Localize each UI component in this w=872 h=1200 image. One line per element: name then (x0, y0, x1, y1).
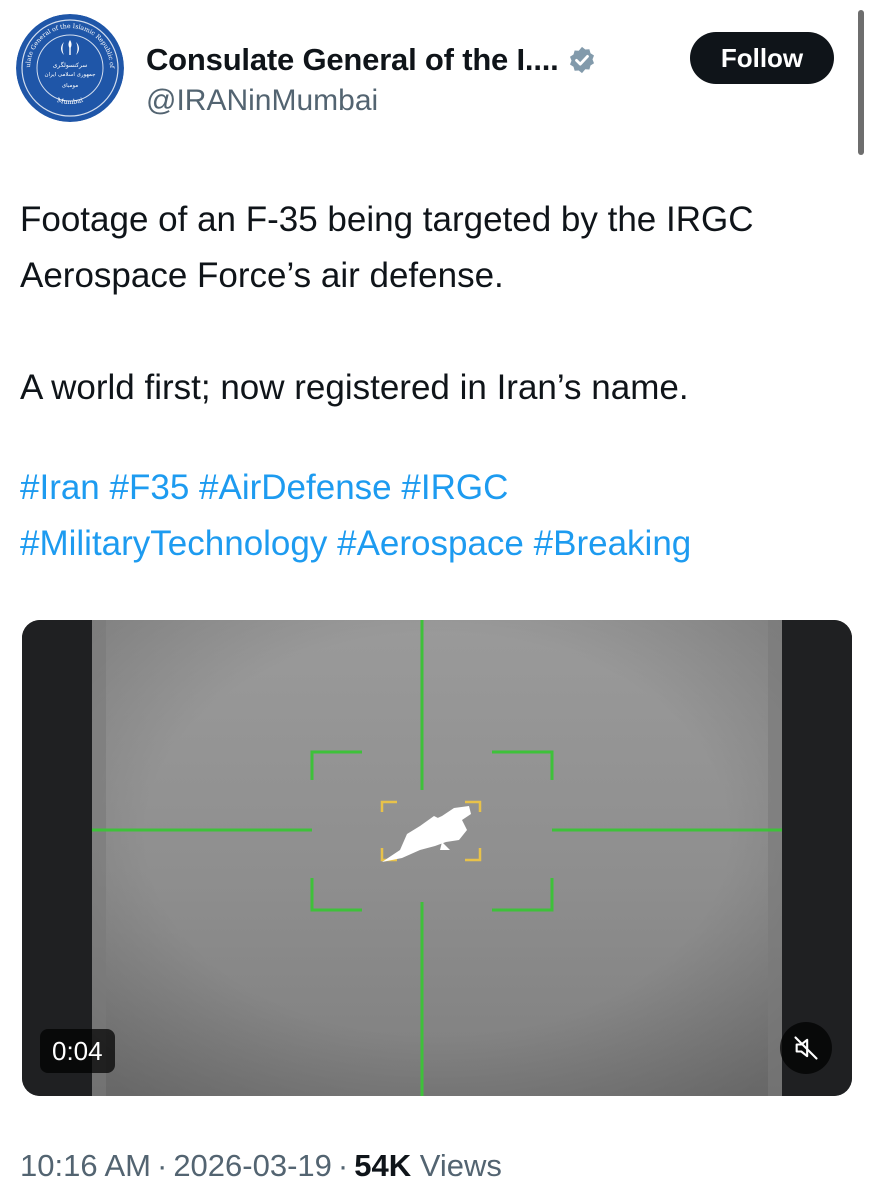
emblem-fa-line1: سرکنسولگری (53, 61, 88, 69)
tweet-text: Footage of an F-35 being targeted by the… (20, 192, 850, 416)
views-count: 54K (354, 1148, 412, 1183)
speaker-muted-icon (794, 1036, 818, 1060)
hashtag-irgc[interactable]: #IRGC (401, 468, 508, 507)
hashtag-line: #Iran #F35 #AirDefense #IRGC (20, 460, 850, 516)
video-player[interactable] (22, 620, 852, 1096)
scrollbar-thumb[interactable] (858, 10, 864, 155)
tweet-meta: 10:16 AM · 2026-03-19 · 54K Views (20, 1148, 502, 1184)
tweet-text-line: A world first; now registered in Iran’s … (20, 368, 689, 407)
avatar[interactable]: Consulate General of the Islamic Republi… (16, 14, 124, 122)
display-name[interactable]: Consulate General of the I.... (146, 42, 559, 78)
author-handle[interactable]: @IRANinMumbai (146, 84, 378, 118)
hashtag-block: #Iran #F35 #AirDefense #IRGC #MilitaryTe… (20, 460, 850, 572)
mute-toggle-button[interactable] (780, 1022, 832, 1074)
emblem-fa-line2: جمهوری اسلامی ایران (44, 72, 95, 78)
hashtag-iran[interactable]: #Iran (20, 468, 100, 507)
tweet-time[interactable]: 10:16 AM (20, 1148, 151, 1183)
emblem-fa-line3: مومبای (62, 83, 78, 89)
consulate-emblem-icon: Consulate General of the Islamic Republi… (16, 14, 124, 122)
tweet-date[interactable]: 2026-03-19 (173, 1148, 332, 1183)
hashtag-f35[interactable]: #F35 (110, 468, 190, 507)
views-label: Views (419, 1148, 502, 1183)
video-duration-badge: 0:04 (40, 1029, 115, 1073)
tweet-text-line: Footage of an F-35 being targeted by the… (20, 200, 754, 239)
hashtag-militarytechnology[interactable]: #MilitaryTechnology (20, 524, 327, 563)
tweet-text-line: Aerospace Force’s air defense. (20, 256, 504, 295)
hashtag-aerospace[interactable]: #Aerospace (337, 524, 524, 563)
meta-separator: · (337, 1148, 349, 1183)
follow-button[interactable]: Follow (690, 32, 834, 84)
verified-badge-icon[interactable] (567, 45, 597, 75)
hashtag-line: #MilitaryTechnology #Aerospace #Breaking (20, 516, 850, 572)
video-frame (22, 620, 852, 1096)
meta-separator: · (156, 1148, 168, 1183)
hashtag-airdefense[interactable]: #AirDefense (199, 468, 392, 507)
author-name-row[interactable]: Consulate General of the I.... (146, 40, 597, 80)
hashtag-breaking[interactable]: #Breaking (534, 524, 692, 563)
